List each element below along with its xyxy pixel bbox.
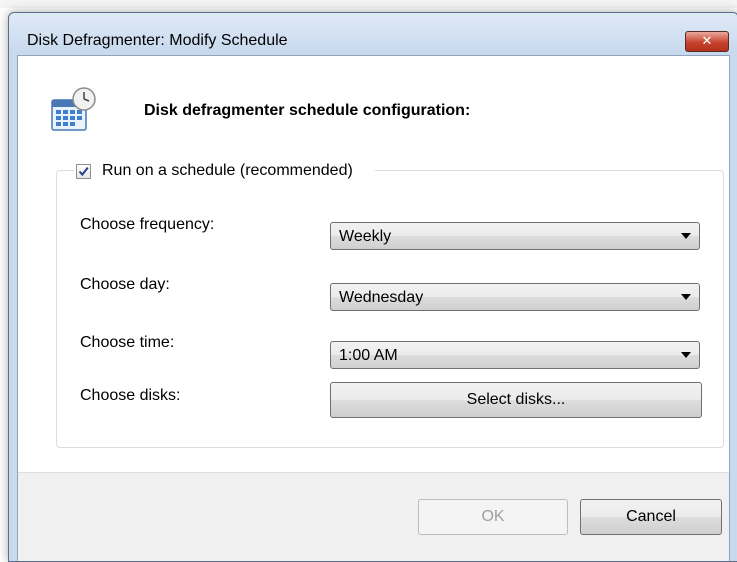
chevron-down-icon — [681, 233, 691, 239]
cancel-button[interactable]: Cancel — [580, 499, 722, 535]
run-on-schedule-checkbox[interactable] — [76, 163, 91, 179]
run-on-schedule-option[interactable]: Run on a schedule (recommended) — [74, 160, 375, 182]
day-label: Choose day: — [80, 276, 170, 293]
chevron-down-icon — [681, 294, 691, 300]
dialog-content: Disk defragmenter schedule configuration… — [17, 55, 730, 561]
ok-button[interactable]: OK — [418, 499, 568, 535]
calendar-clock-icon — [48, 86, 100, 138]
disks-label: Choose disks: — [80, 387, 181, 404]
close-icon: ✕ — [701, 34, 713, 49]
day-dropdown[interactable]: Wednesday — [330, 283, 700, 311]
background-strip — [0, 0, 737, 8]
day-value: Wednesday — [339, 289, 424, 306]
frequency-label: Choose frequency: — [80, 216, 215, 233]
dialog-title: Disk Defragmenter: Modify Schedule — [27, 32, 288, 49]
dialog-heading: Disk defragmenter schedule configuration… — [144, 102, 471, 119]
modify-schedule-dialog: Disk Defragmenter: Modify Schedule ✕ Dis… — [8, 12, 737, 562]
select-disks-button[interactable]: Select disks... — [330, 382, 702, 418]
checkmark-icon — [78, 166, 89, 176]
frequency-dropdown[interactable]: Weekly — [330, 222, 700, 250]
title-bar[interactable]: Disk Defragmenter: Modify Schedule ✕ — [9, 13, 737, 53]
time-value: 1:00 AM — [339, 347, 398, 364]
chevron-down-icon — [681, 352, 691, 358]
run-on-schedule-label: Run on a schedule (recommended) — [102, 162, 353, 179]
close-button[interactable]: ✕ — [685, 31, 729, 52]
frequency-value: Weekly — [339, 228, 392, 245]
time-label: Choose time: — [80, 334, 175, 351]
time-dropdown[interactable]: 1:00 AM — [330, 341, 700, 369]
dialog-footer: OK Cancel — [18, 472, 729, 561]
